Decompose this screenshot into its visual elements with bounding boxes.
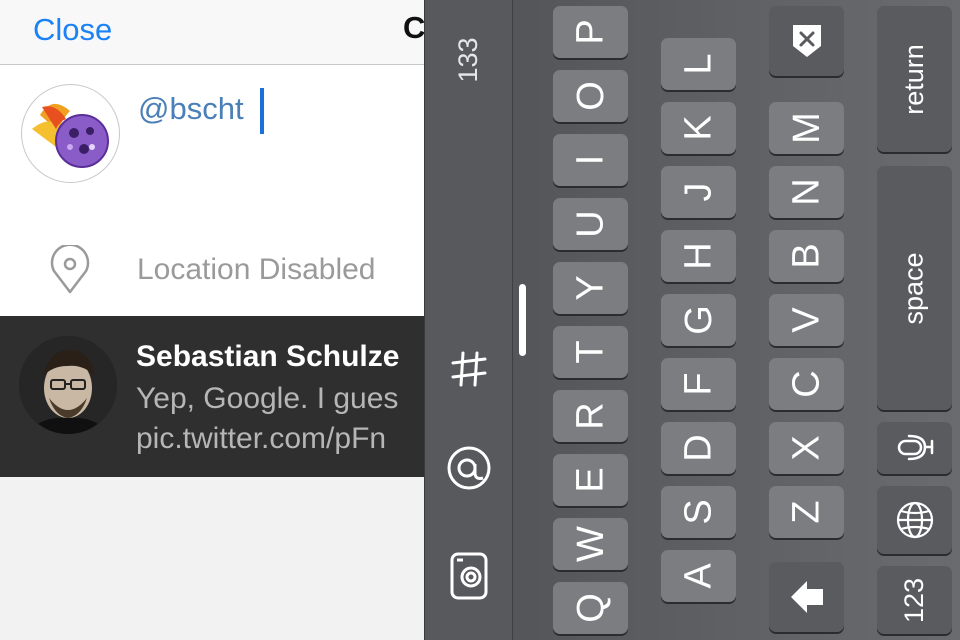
avatar-fireball-icon [32,103,109,168]
key-label: D [677,434,720,462]
camera-button[interactable] [443,550,495,602]
location-status-label[interactable]: Location Disabled [137,253,376,287]
keyboard: 133 P O I U Y T R E W Q L K J H G F D S … [424,0,960,640]
key-label: N [785,178,828,206]
hashtag-button[interactable] [443,343,495,395]
key-label: space [899,251,929,325]
key-label: K [677,115,720,141]
key-d[interactable]: D [661,422,736,474]
key-label: E [569,467,612,493]
key-label: V [785,307,828,333]
key-label: H [677,242,720,270]
character-count: 133 [453,37,483,83]
key-label: M [785,112,828,144]
key-label: B [785,243,828,269]
key-s[interactable]: S [661,486,736,538]
page-title: C [403,10,424,45]
language-key[interactable] [877,486,952,554]
key-q[interactable]: Q [553,582,628,634]
key-label: U [569,210,612,238]
key-u[interactable]: U [553,198,628,250]
key-h[interactable]: H [661,230,736,282]
shift-key[interactable] [769,562,844,632]
key-label: L [677,53,720,75]
location-pin-icon[interactable] [48,243,92,300]
space-key[interactable]: space [877,166,952,410]
key-label: W [569,526,612,562]
hash-icon [451,351,487,387]
reply-tweet-card: Sebastian Schulze Yep, Google. I gues pi… [0,316,424,477]
key-m[interactable]: M [769,102,844,154]
key-label: Z [785,500,828,524]
key-label: R [569,402,612,430]
avatar [19,336,117,434]
key-i[interactable]: I [553,134,628,186]
key-a[interactable]: A [661,550,736,602]
key-t[interactable]: T [553,326,628,378]
key-k[interactable]: K [661,102,736,154]
avatar-portrait-icon [19,336,117,434]
reply-text-line: Yep, Google. I gues [136,382,399,415]
camera-icon [450,552,488,600]
keyboard-drag-handle[interactable] [519,284,526,356]
mention-button[interactable] [443,442,495,494]
key-z[interactable]: Z [769,486,844,538]
tweet-text-input[interactable]: @bscht [138,91,244,127]
numbers-key[interactable]: 123 [877,566,952,634]
dictation-key[interactable] [877,422,952,474]
close-button[interactable]: Close [33,12,112,48]
keyboard-accessory-bar: 133 [425,0,513,640]
key-label: P [569,19,612,45]
key-v[interactable]: V [769,294,844,346]
compose-body[interactable]: @bscht Location Disabled [0,65,424,316]
key-label: O [569,81,612,111]
key-y[interactable]: Y [553,262,628,314]
key-label: X [785,435,828,461]
key-p[interactable]: P [553,6,628,58]
key-label: S [677,499,720,525]
avatar [21,84,120,183]
key-label: I [569,154,612,166]
globe-icon [896,501,933,539]
navigation-bar: Close C [0,0,424,65]
key-label: F [677,372,720,396]
compose-pane: Close C @bscht Location Disabled Sebasti… [0,0,424,640]
key-j[interactable]: J [661,166,736,218]
key-label: A [677,563,720,589]
key-l[interactable]: L [661,38,736,90]
reply-link-line[interactable]: pic.twitter.com/pFn [136,422,386,456]
key-b[interactable]: B [769,230,844,282]
reply-author-name: Sebastian Schulze [136,340,400,373]
shift-icon [790,581,823,613]
return-key[interactable]: return [877,6,952,152]
key-label: 123 [899,577,929,623]
key-label: Y [569,275,612,301]
delete-icon [792,25,821,57]
key-label: J [677,182,720,202]
key-g[interactable]: G [661,294,736,346]
key-label: return [898,43,929,115]
key-n[interactable]: N [769,166,844,218]
key-label: C [785,370,828,398]
key-label: Q [569,593,612,623]
key-e[interactable]: E [553,454,628,506]
at-icon [447,446,491,490]
key-c[interactable]: C [769,358,844,410]
key-label: T [569,340,612,364]
key-x[interactable]: X [769,422,844,474]
key-label: G [677,305,720,335]
delete-key[interactable] [769,6,844,76]
text-cursor [260,88,264,134]
key-r[interactable]: R [553,390,628,442]
key-f[interactable]: F [661,358,736,410]
microphone-icon [897,434,933,461]
key-o[interactable]: O [553,70,628,122]
key-w[interactable]: W [553,518,628,570]
